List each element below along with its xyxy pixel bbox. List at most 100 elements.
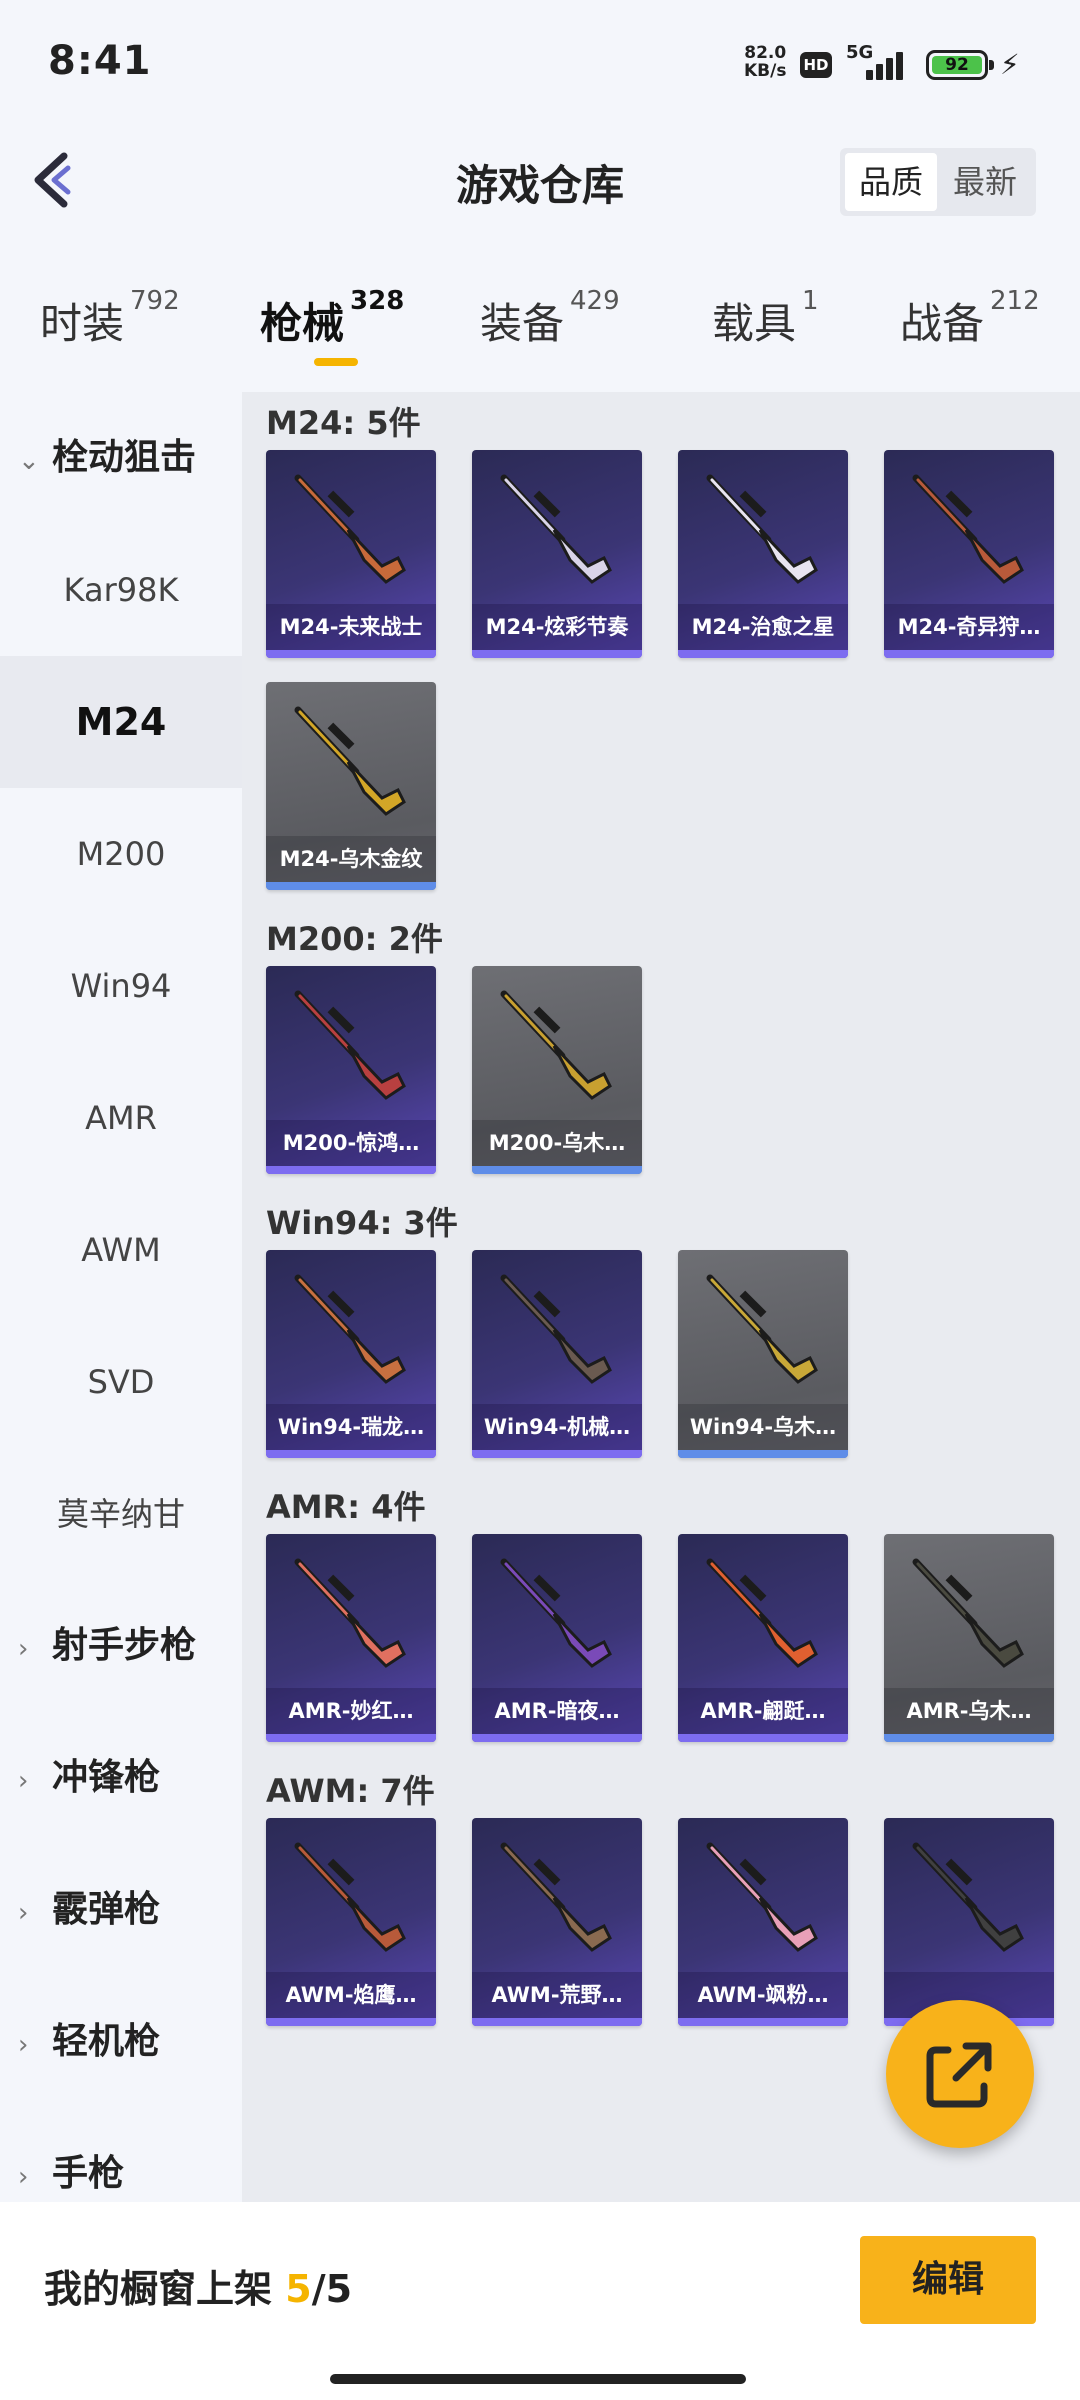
- sidebar-group-label: 射手步枪: [52, 1625, 197, 1666]
- weapon-skin-card[interactable]: M200-惊鸿…: [266, 966, 436, 1174]
- weapon-skin-card[interactable]: AWM-荒野…: [472, 1818, 642, 2026]
- section-title: AMR: 4件: [266, 1488, 426, 1526]
- rifle-icon: [294, 1274, 406, 1384]
- hd-badge-icon: HD: [800, 52, 832, 78]
- sidebar-item-kar98k[interactable]: Kar98K: [0, 524, 242, 656]
- tab-weapons[interactable]: 枪械 328: [260, 286, 404, 351]
- sidebar-item-m24[interactable]: M24: [0, 656, 242, 788]
- home-indicator[interactable]: [330, 2374, 746, 2384]
- signal-icon: [866, 50, 912, 80]
- showcase-total: /5: [311, 2267, 353, 2311]
- section-title: AWM: 7件: [266, 1772, 435, 1810]
- sort-toggle[interactable]: 品质 最新: [840, 148, 1036, 216]
- rifle-icon: [706, 1274, 818, 1384]
- chevron-right-icon: ›: [18, 1898, 29, 1928]
- weapon-skin-card[interactable]: M200-乌木…: [472, 966, 642, 1174]
- section-title: Win94: 3件: [266, 1204, 458, 1242]
- category-tabs: 时装 792 枪械 328 装备 429 载具 1 战备 212: [0, 286, 1080, 380]
- weapon-skin-card[interactable]: AWM-焰鹰…: [266, 1818, 436, 2026]
- weapon-skin-card[interactable]: M24-奇异狩…: [884, 450, 1054, 658]
- rarity-bar: [266, 1166, 436, 1174]
- weapon-skin-card[interactable]: Win94-机械…: [472, 1250, 642, 1458]
- rifle-icon: [500, 1274, 612, 1384]
- edit-button[interactable]: 编辑: [860, 2236, 1036, 2324]
- weapon-skin-name: AWM-飒粉…: [678, 1972, 848, 2018]
- weapon-skin-name: Win94-乌木…: [678, 1404, 848, 1450]
- weapon-skin-card[interactable]: M24-乌木金纹: [266, 682, 436, 890]
- rarity-bar: [678, 1734, 848, 1742]
- sidebar-group-label: 手枪: [52, 2153, 125, 2194]
- weapon-skin-name: M24-乌木金纹: [266, 836, 436, 882]
- weapon-skin-name: M200-惊鸿…: [266, 1120, 436, 1166]
- sidebar-group-smg[interactable]: › 冲锋枪: [18, 1712, 242, 1844]
- weapon-skin-card[interactable]: AWM-飒粉…: [678, 1818, 848, 2026]
- sidebar-group-shotgun[interactable]: › 霰弹枪: [18, 1844, 242, 1976]
- rarity-bar: [884, 1734, 1054, 1742]
- status-bar: 8:41 82.0 KB/s HD 5G 92 ⚡: [0, 0, 1080, 130]
- rifle-icon: [294, 706, 406, 816]
- tab-vehicles[interactable]: 载具 1: [712, 286, 819, 351]
- weapon-skin-card[interactable]: Win94-瑞龙…: [266, 1250, 436, 1458]
- sidebar-item-mosin[interactable]: 莫辛纳甘: [0, 1448, 242, 1580]
- rarity-bar: [884, 650, 1054, 658]
- sidebar-group-bolt-sniper[interactable]: ⌄ 栓动狙击: [18, 392, 242, 524]
- rarity-bar: [266, 1450, 436, 1458]
- tab-count: 212: [990, 286, 1040, 316]
- rifle-icon: [500, 474, 612, 584]
- rifle-icon: [294, 474, 406, 584]
- tab-equipment[interactable]: 装备 429: [480, 286, 620, 351]
- weapon-skin-card[interactable]: [884, 1818, 1054, 2026]
- tab-fashion[interactable]: 时装 792: [40, 286, 180, 351]
- rarity-bar: [472, 2018, 642, 2026]
- rarity-bar: [472, 1166, 642, 1174]
- tab-label: 载具: [712, 299, 797, 348]
- active-tab-indicator: [314, 358, 358, 366]
- share-export-button[interactable]: [886, 2000, 1034, 2148]
- sort-quality-button[interactable]: 品质: [845, 153, 937, 211]
- tab-label: 战备: [900, 299, 985, 348]
- sidebar-item-awm[interactable]: AWM: [0, 1184, 242, 1316]
- sidebar-item-win94[interactable]: Win94: [0, 920, 242, 1052]
- weapon-skin-card[interactable]: M24-治愈之星: [678, 450, 848, 658]
- rarity-bar: [472, 650, 642, 658]
- sidebar-group-lmg[interactable]: › 轻机枪: [18, 1976, 242, 2108]
- chevron-right-icon: ›: [18, 1634, 29, 1664]
- bottom-bar: 我的橱窗上架 5/5 编辑: [0, 2202, 1080, 2400]
- sidebar-item-m200[interactable]: M200: [0, 788, 242, 920]
- showcase-status: 我的橱窗上架 5/5: [44, 2258, 352, 2313]
- rarity-bar: [266, 1734, 436, 1742]
- sidebar-group-marksman[interactable]: › 射手步枪: [18, 1580, 242, 1712]
- weapon-skin-card[interactable]: AMR-翩跹…: [678, 1534, 848, 1742]
- rifle-icon: [912, 1842, 1024, 1952]
- section-title: M24: 5件: [266, 404, 421, 442]
- clock: 8:41: [48, 38, 152, 84]
- weapon-skin-card[interactable]: AMR-乌木…: [884, 1534, 1054, 1742]
- tab-count: 429: [570, 286, 620, 316]
- tab-label: 装备: [480, 299, 565, 348]
- weapon-skin-name: AWM-荒野…: [472, 1972, 642, 2018]
- sort-latest-button[interactable]: 最新: [939, 153, 1031, 211]
- weapon-skin-name: M24-治愈之星: [678, 604, 848, 650]
- rifle-icon: [294, 1558, 406, 1668]
- rifle-icon: [912, 1558, 1024, 1668]
- rarity-bar: [472, 1734, 642, 1742]
- network-speed-unit: KB/s: [744, 61, 787, 81]
- weapon-skin-card[interactable]: M24-未来战士: [266, 450, 436, 658]
- weapon-skin-card[interactable]: AMR-暗夜…: [472, 1534, 642, 1742]
- tab-supplies[interactable]: 战备 212: [900, 286, 1040, 351]
- sidebar-item-svd[interactable]: SVD: [0, 1316, 242, 1448]
- chevron-right-icon: ›: [18, 2030, 29, 2060]
- share-export-icon: [926, 2042, 992, 2108]
- rifle-icon: [500, 990, 612, 1100]
- weapon-skin-list[interactable]: M24: 5件 M24-未来战士 M24-炫彩节奏 M24-治愈之星 M24-奇异狩… M…: [242, 392, 1080, 2202]
- showcase-current: 5: [285, 2267, 312, 2311]
- weapon-skin-card[interactable]: AMR-妙红…: [266, 1534, 436, 1742]
- section-title: M200: 2件: [266, 920, 443, 958]
- weapon-skin-card[interactable]: Win94-乌木…: [678, 1250, 848, 1458]
- rarity-bar: [266, 882, 436, 890]
- sidebar-item-amr[interactable]: AMR: [0, 1052, 242, 1184]
- weapon-skin-card[interactable]: M24-炫彩节奏: [472, 450, 642, 658]
- sidebar-group-label: 轻机枪: [52, 2021, 161, 2062]
- rifle-icon: [706, 1558, 818, 1668]
- rifle-icon: [706, 474, 818, 584]
